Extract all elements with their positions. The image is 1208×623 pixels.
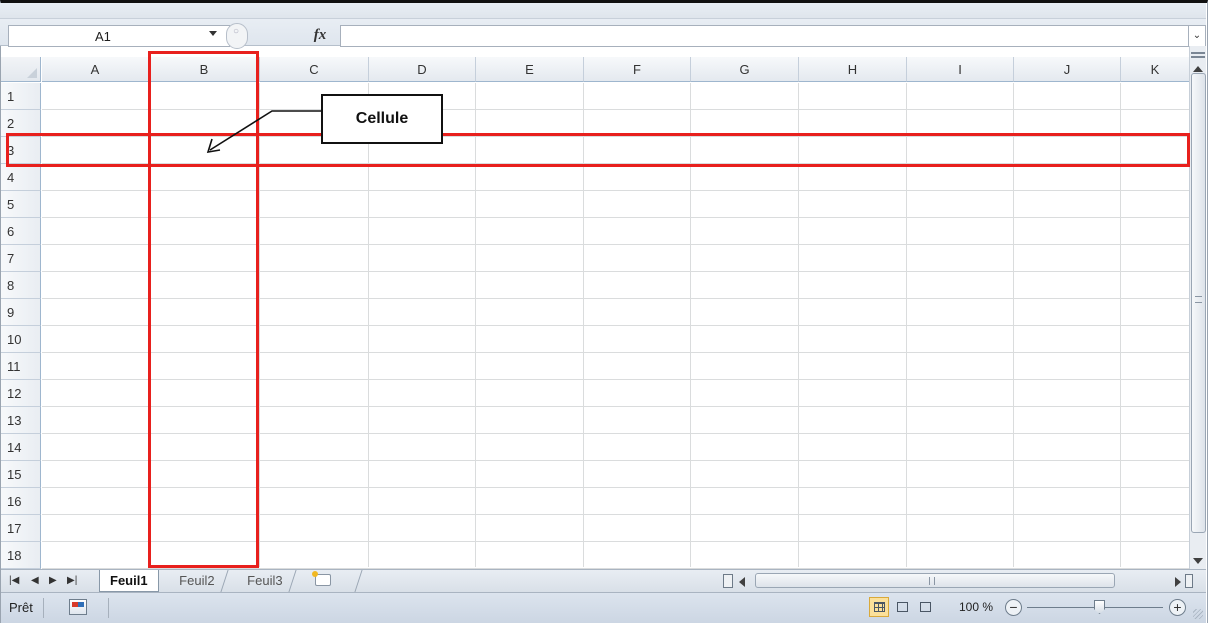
sheet-tab-feuil2[interactable]: Feuil2	[165, 570, 229, 592]
column-header-h[interactable]: H	[799, 57, 907, 82]
page-layout-view-button[interactable]	[892, 597, 912, 617]
macro-record-icon[interactable]	[69, 599, 87, 615]
grid-row-line	[42, 325, 1190, 326]
grid-row-line	[42, 433, 1190, 434]
status-divider	[43, 598, 44, 618]
vertical-scrollbar[interactable]	[1189, 46, 1206, 569]
name-box-value: A1	[95, 29, 111, 44]
grid-row-line	[42, 541, 1190, 542]
last-sheet-icon[interactable]: ▶|	[67, 575, 77, 586]
grid-row-line	[42, 217, 1190, 218]
sheet-tab-bar: |◀ ◀ ▶ ▶| Feuil1 Feuil2 Feuil3	[1, 569, 1206, 592]
column-header-g[interactable]: G	[691, 57, 799, 82]
grid-row-line	[42, 163, 1190, 164]
sheet-tab-feuil1[interactable]: Feuil1	[99, 570, 159, 592]
insert-sheet-icon	[315, 574, 331, 586]
grid-row-line	[42, 514, 1190, 515]
scroll-right-icon[interactable]	[1175, 577, 1181, 587]
status-bar: Prêt 100 % − +	[1, 592, 1206, 623]
row-header-15[interactable]: 15	[1, 461, 41, 488]
column-header-d[interactable]: D	[369, 57, 476, 82]
sheet-tab-label: Feuil2	[179, 573, 215, 588]
column-header-k[interactable]: K	[1121, 57, 1190, 82]
split-handle-icon[interactable]	[1185, 574, 1193, 588]
page-break-icon	[920, 602, 931, 612]
sheet-tab-label: Feuil3	[247, 573, 283, 588]
scroll-down-icon[interactable]	[1193, 558, 1203, 564]
formula-input[interactable]	[340, 25, 1188, 47]
column-header-b[interactable]: B	[149, 57, 260, 82]
page-layout-icon	[897, 602, 908, 612]
column-header-e[interactable]: E	[476, 57, 584, 82]
row-header-12[interactable]: 12	[1, 380, 41, 407]
column-header-j[interactable]: J	[1014, 57, 1121, 82]
row-header-6[interactable]: 6	[1, 218, 41, 245]
grid-row-line	[42, 352, 1190, 353]
formula-bar-divider[interactable]: ○	[226, 23, 248, 49]
ribbon-strip	[0, 3, 1206, 19]
row-header-1[interactable]: 1	[1, 83, 41, 110]
status-ready-text: Prêt	[9, 600, 33, 615]
select-all-corner[interactable]	[1, 57, 41, 82]
grid-row-line	[42, 379, 1190, 380]
row-header-17[interactable]: 17	[1, 515, 41, 542]
page-break-view-button[interactable]	[915, 597, 935, 617]
row-header-9[interactable]: 9	[1, 299, 41, 326]
normal-view-icon	[874, 602, 885, 612]
excel-window	[0, 0, 1208, 623]
chevron-down-icon[interactable]	[209, 31, 217, 36]
column-header-a[interactable]: A	[42, 57, 149, 82]
cellule-callout: Cellule	[321, 94, 443, 144]
formula-bar: A1 ○ fx ⌄	[0, 3, 1206, 49]
grid-row-line	[42, 244, 1190, 245]
scroll-up-icon[interactable]	[1193, 66, 1203, 72]
row-header-10[interactable]: 10	[1, 326, 41, 353]
insert-sheet-button[interactable]	[301, 570, 363, 592]
name-box[interactable]: A1	[8, 25, 230, 47]
status-divider	[108, 598, 109, 618]
grid-row-line	[42, 487, 1190, 488]
zoom-level[interactable]: 100 %	[959, 600, 993, 614]
next-sheet-icon[interactable]: ▶	[49, 575, 57, 586]
resize-grip-icon[interactable]	[1193, 609, 1203, 619]
grid-row-line	[42, 271, 1190, 272]
insert-function-button[interactable]: fx	[300, 25, 340, 47]
grid-row-line	[42, 460, 1190, 461]
normal-view-button[interactable]	[869, 597, 889, 617]
split-handle-icon[interactable]	[1191, 52, 1205, 58]
expand-formula-bar-button[interactable]: ⌄	[1188, 25, 1206, 47]
row-header-7[interactable]: 7	[1, 245, 41, 272]
sheet-tab-feuil3[interactable]: Feuil3	[233, 570, 297, 592]
row-header-4[interactable]: 4	[1, 164, 41, 191]
row-header-18[interactable]: 18	[1, 542, 41, 569]
grid-row-line	[42, 190, 1190, 191]
grid-row-line	[42, 298, 1190, 299]
vertical-scroll-thumb[interactable]	[1191, 73, 1206, 533]
grid-row-line	[42, 406, 1190, 407]
scroll-left-icon[interactable]	[739, 577, 745, 587]
row-header-14[interactable]: 14	[1, 434, 41, 461]
row-header-8[interactable]: 8	[1, 272, 41, 299]
column-header-i[interactable]: I	[907, 57, 1014, 82]
prev-sheet-icon[interactable]: ◀	[31, 575, 39, 586]
zoom-in-button[interactable]: +	[1169, 599, 1186, 616]
zoom-out-button[interactable]: −	[1005, 599, 1022, 616]
grid-row-line	[42, 109, 1190, 110]
grid-row-line	[42, 136, 1190, 137]
row-header-5[interactable]: 5	[1, 191, 41, 218]
first-sheet-icon[interactable]: |◀	[9, 575, 19, 586]
column-header-c[interactable]: C	[260, 57, 369, 82]
row-header-16[interactable]: 16	[1, 488, 41, 515]
row-header-11[interactable]: 11	[1, 353, 41, 380]
row-header-3[interactable]: 3	[1, 137, 41, 164]
zoom-slider-thumb[interactable]	[1094, 600, 1105, 614]
split-handle-icon[interactable]	[723, 574, 733, 588]
column-header-f[interactable]: F	[584, 57, 691, 82]
row-header-2[interactable]: 2	[1, 110, 41, 137]
horizontal-scroll-thumb[interactable]	[755, 573, 1115, 588]
row-header-13[interactable]: 13	[1, 407, 41, 434]
